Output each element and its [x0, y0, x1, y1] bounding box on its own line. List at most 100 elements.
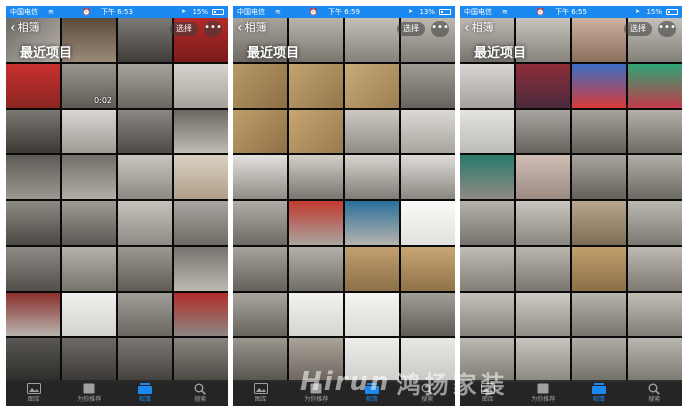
tab-search[interactable]: 搜索: [629, 383, 679, 404]
photo-thumbnail[interactable]: [572, 109, 626, 154]
photo-thumbnail[interactable]: [401, 201, 455, 245]
photo-thumbnail[interactable]: [118, 155, 172, 199]
tab-for-you[interactable]: 为你推荐: [518, 383, 568, 404]
more-button[interactable]: •••: [658, 21, 676, 37]
more-button[interactable]: •••: [431, 21, 449, 37]
photo-thumbnail[interactable]: [628, 246, 682, 291]
photo-thumbnail[interactable]: [628, 338, 682, 382]
photo-thumbnail[interactable]: [62, 201, 116, 245]
photo-thumbnail[interactable]: [401, 292, 455, 337]
photo-thumbnail[interactable]: [118, 292, 172, 337]
photo-thumbnail[interactable]: [401, 338, 455, 382]
photo-thumbnail[interactable]: [460, 63, 514, 108]
photo-thumbnail[interactable]: [233, 292, 287, 337]
back-button[interactable]: ‹ 相簿: [464, 20, 494, 36]
photo-thumbnail[interactable]: [460, 201, 514, 245]
photo-thumbnail[interactable]: [233, 201, 287, 245]
photo-thumbnail[interactable]: [516, 338, 570, 382]
photo-thumbnail[interactable]: [6, 109, 60, 154]
select-button[interactable]: 选择: [397, 22, 425, 36]
photo-thumbnail[interactable]: [118, 338, 172, 382]
more-button[interactable]: •••: [204, 21, 222, 37]
photo-thumbnail[interactable]: [174, 292, 228, 337]
photo-thumbnail[interactable]: [516, 63, 570, 108]
photo-thumbnail[interactable]: [6, 201, 60, 245]
photo-thumbnail[interactable]: [516, 246, 570, 291]
photo-thumbnail[interactable]: [289, 246, 343, 291]
tab-library[interactable]: 图库: [463, 382, 513, 404]
photo-thumbnail[interactable]: [233, 63, 287, 108]
photo-thumbnail[interactable]: [460, 338, 514, 382]
photo-thumbnail[interactable]: [628, 155, 682, 199]
tab-albums[interactable]: 相簿: [574, 382, 624, 404]
photo-thumbnail[interactable]: [174, 246, 228, 291]
tab-albums[interactable]: 相簿: [347, 382, 397, 404]
photo-thumbnail[interactable]: [118, 109, 172, 154]
photo-thumbnail[interactable]: [572, 292, 626, 337]
photo-thumbnail[interactable]: [345, 63, 399, 108]
photo-thumbnail[interactable]: [516, 155, 570, 199]
tab-library[interactable]: 图库: [9, 382, 59, 404]
photo-thumbnail[interactable]: [345, 292, 399, 337]
photo-thumbnail[interactable]: [628, 201, 682, 245]
photo-thumbnail[interactable]: [233, 155, 287, 199]
photo-thumbnail[interactable]: [118, 201, 172, 245]
photo-thumbnail[interactable]: [62, 338, 116, 382]
photo-thumbnail[interactable]: [460, 246, 514, 291]
tab-search[interactable]: 搜索: [175, 383, 225, 404]
photo-thumbnail[interactable]: [289, 109, 343, 154]
photo-thumbnail[interactable]: [174, 109, 228, 154]
photo-thumbnail[interactable]: [572, 246, 626, 291]
back-button[interactable]: ‹ 相簿: [10, 20, 40, 36]
photo-thumbnail[interactable]: [118, 18, 172, 62]
photo-thumbnail[interactable]: [628, 292, 682, 337]
photo-thumbnail[interactable]: [62, 292, 116, 337]
photo-thumbnail[interactable]: [345, 246, 399, 291]
photo-thumbnail[interactable]: [572, 63, 626, 108]
photo-thumbnail[interactable]: [628, 63, 682, 108]
photo-thumbnail[interactable]: [345, 18, 399, 62]
select-button[interactable]: 选择: [170, 22, 198, 36]
photo-thumbnail[interactable]: [233, 109, 287, 154]
photo-thumbnail[interactable]: [345, 338, 399, 382]
photo-thumbnail[interactable]: [345, 109, 399, 154]
photo-thumbnail[interactable]: [345, 201, 399, 245]
photo-thumbnail[interactable]: [118, 63, 172, 108]
back-button[interactable]: ‹ 相簿: [237, 20, 267, 36]
photo-thumbnail[interactable]: [289, 338, 343, 382]
photo-thumbnail[interactable]: [62, 246, 116, 291]
photo-thumbnail[interactable]: [289, 292, 343, 337]
photo-thumbnail[interactable]: [174, 155, 228, 199]
photo-thumbnail[interactable]: [6, 338, 60, 382]
photo-thumbnail[interactable]: [233, 338, 287, 382]
photo-thumbnail[interactable]: [628, 109, 682, 154]
photo-thumbnail[interactable]: [6, 292, 60, 337]
photo-thumbnail[interactable]: [516, 292, 570, 337]
photo-thumbnail[interactable]: [460, 292, 514, 337]
photo-thumbnail[interactable]: [572, 338, 626, 382]
photo-thumbnail[interactable]: [62, 109, 116, 154]
photo-thumbnail[interactable]: [174, 201, 228, 245]
photo-thumbnail[interactable]: [6, 63, 60, 108]
photo-thumbnail[interactable]: [401, 63, 455, 108]
tab-search[interactable]: 搜索: [402, 383, 452, 404]
photo-thumbnail[interactable]: [174, 338, 228, 382]
select-button[interactable]: 选择: [624, 22, 652, 36]
photo-thumbnail[interactable]: [289, 155, 343, 199]
tab-albums[interactable]: 相簿: [120, 382, 170, 404]
photo-thumbnail[interactable]: [572, 201, 626, 245]
photo-thumbnail[interactable]: [460, 109, 514, 154]
photo-thumbnail[interactable]: [516, 109, 570, 154]
tab-for-you[interactable]: 为你推荐: [291, 383, 341, 404]
photo-thumbnail[interactable]: [289, 201, 343, 245]
photo-thumbnail[interactable]: [460, 155, 514, 199]
photo-thumbnail[interactable]: [174, 63, 228, 108]
tab-for-you[interactable]: 为你推荐: [64, 383, 114, 404]
photo-thumbnail[interactable]: [345, 155, 399, 199]
photo-thumbnail[interactable]: [572, 18, 626, 62]
photo-thumbnail[interactable]: [401, 155, 455, 199]
photo-thumbnail[interactable]: [118, 246, 172, 291]
photo-thumbnail[interactable]: [289, 63, 343, 108]
photo-thumbnail[interactable]: [6, 155, 60, 199]
photo-thumbnail[interactable]: [6, 246, 60, 291]
